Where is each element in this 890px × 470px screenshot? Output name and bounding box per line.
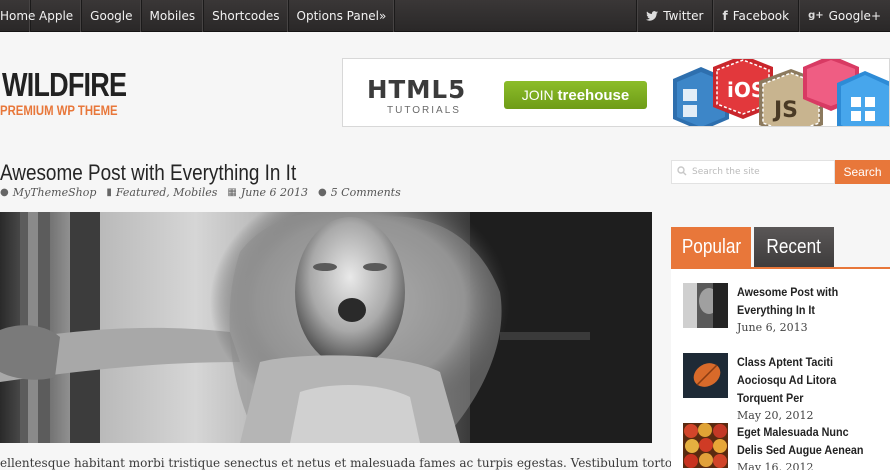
list-item-date: May 16, 2012: [737, 461, 814, 470]
thumbnail-image: [683, 423, 728, 468]
comment-icon: ●: [317, 187, 327, 198]
banner-tech-badges-graphic: iOS JS: [673, 59, 889, 126]
banner-brand-label: treehouse: [557, 87, 630, 104]
list-item[interactable]: Awesome Post with Everything In It June …: [683, 283, 890, 334]
site-logo-title[interactable]: WILDFIRE: [2, 66, 127, 104]
facebook-label: Facebook: [732, 9, 790, 23]
banner-html5-text: HTML5: [367, 75, 467, 104]
nav-home[interactable]: Home: [0, 0, 35, 32]
post-excerpt: ellentesque habitant morbi tristique sen…: [0, 456, 767, 470]
google-plus-icon: g+: [808, 10, 824, 21]
header-banner-ad[interactable]: HTML5 TUTORIALS JOIN treehouse iOS JS: [342, 58, 890, 127]
post-featured-image[interactable]: [0, 212, 652, 443]
tab-popular[interactable]: Popular: [671, 227, 751, 267]
banner-join-button[interactable]: JOIN treehouse: [504, 81, 647, 109]
site-logo-subtitle: PREMIUM WP THEME: [0, 103, 118, 118]
thumbnail-image: [683, 283, 728, 328]
search-button[interactable]: Search: [835, 160, 890, 184]
post-date-label: June 6 2013: [240, 186, 308, 199]
search-input[interactable]: Search the site: [671, 160, 835, 184]
banner-js-badge: JS: [772, 98, 798, 123]
twitter-label: Twitter: [663, 9, 704, 23]
popular-posts-list: Awesome Post with Everything In It June …: [671, 269, 890, 470]
facebook-link[interactable]: f Facebook: [712, 0, 798, 32]
post-comments[interactable]: ● 5 Comments: [318, 186, 401, 199]
list-item-title[interactable]: Eget Malesuada Nunc Delis Sed Augue Aene…: [737, 423, 877, 459]
google-plus-label: Google+: [828, 9, 881, 23]
post-author-label: MyThemeShop: [12, 186, 97, 199]
banner-tutorials-text: TUTORIALS: [387, 105, 461, 116]
tab-popular-label: Popular: [681, 236, 741, 258]
top-navigation-bar: Home Apple Google Mobiles Shortcodes Opt…: [0, 0, 890, 32]
social-links: Twitter f Facebook g+ Google+: [636, 0, 890, 32]
post-author[interactable]: ● MyThemeShop: [0, 186, 96, 199]
main-menu: Home Apple Google Mobiles Shortcodes Opt…: [0, 0, 396, 32]
nav-options-panel[interactable]: Options Panel»: [289, 0, 396, 32]
post-thumbnail[interactable]: [683, 353, 728, 398]
post-categories[interactable]: ▮ Featured, Mobiles: [106, 186, 217, 199]
list-item-date: June 6, 2013: [737, 321, 808, 334]
post-categories-label: Featured, Mobiles: [115, 186, 218, 199]
twitter-icon: [646, 11, 659, 21]
list-item-title[interactable]: Class Aptent Taciti Aociosqu Ad Litora T…: [737, 353, 877, 407]
nav-apple[interactable]: Apple: [31, 0, 83, 32]
calendar-icon: ▦: [227, 187, 237, 198]
post-comments-label: 5 Comments: [330, 186, 401, 199]
post-thumbnail[interactable]: [683, 283, 728, 328]
search-icon: [677, 166, 687, 176]
list-item-date: May 20, 2012: [737, 409, 814, 422]
banner-join-label: JOIN: [521, 87, 554, 103]
nav-shortcodes[interactable]: Shortcodes: [204, 0, 289, 32]
google-plus-link[interactable]: g+ Google+: [798, 0, 890, 32]
nav-mobiles[interactable]: Mobiles: [142, 0, 205, 32]
thumbnail-image: [683, 353, 728, 398]
list-item[interactable]: Class Aptent Taciti Aociosqu Ad Litora T…: [683, 353, 890, 422]
tab-recent-label: Recent: [766, 236, 822, 258]
post-meta: ● MyThemeShop ▮ Featured, Mobiles ▦ June…: [0, 186, 401, 199]
nav-google[interactable]: Google: [82, 0, 142, 32]
user-icon: ●: [0, 187, 9, 198]
list-item[interactable]: Eget Malesuada Nunc Delis Sed Augue Aene…: [683, 423, 890, 470]
folder-icon: ▮: [106, 187, 112, 198]
post-thumbnail[interactable]: [683, 423, 728, 468]
facebook-icon: f: [722, 9, 728, 23]
twitter-link[interactable]: Twitter: [636, 0, 712, 32]
list-item-title[interactable]: Awesome Post with Everything In It: [737, 283, 877, 319]
tab-recent[interactable]: Recent: [754, 227, 834, 267]
featured-photo: [0, 212, 652, 443]
post-title[interactable]: Awesome Post with Everything In It: [0, 160, 296, 186]
post-date: ▦ June 6 2013: [227, 186, 308, 199]
